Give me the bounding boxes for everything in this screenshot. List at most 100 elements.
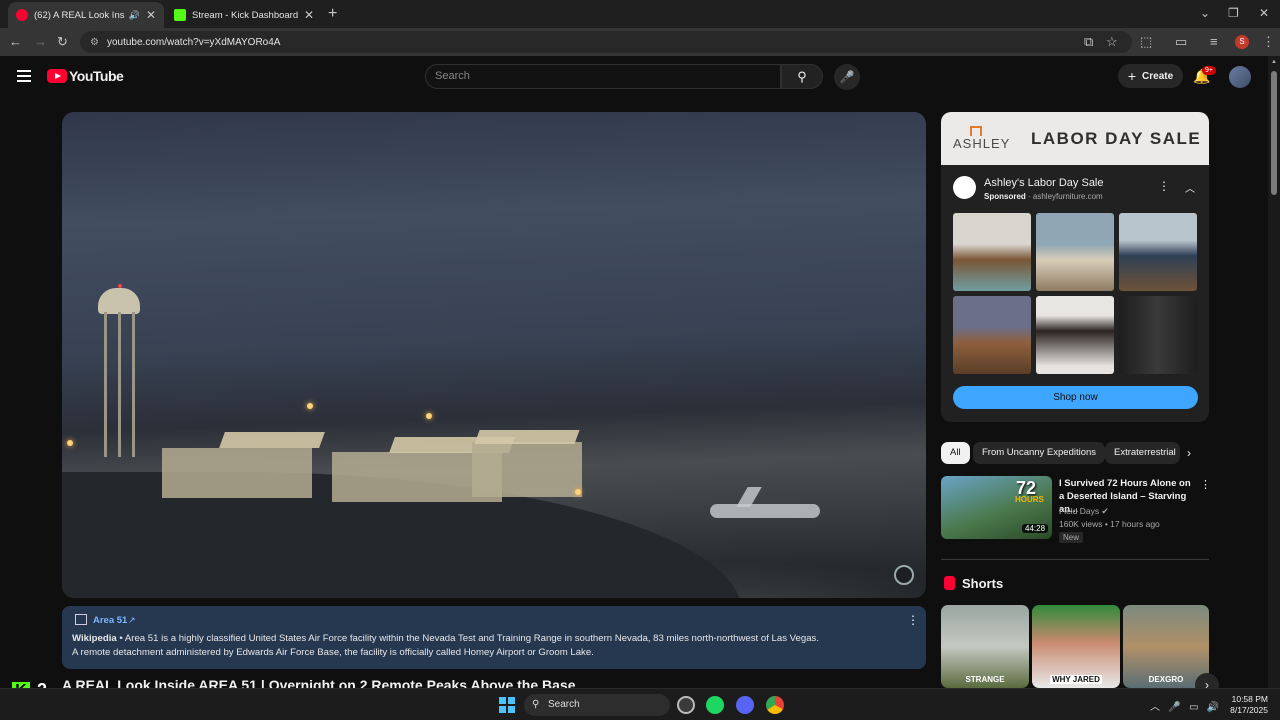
reload-icon[interactable]: ↻: [57, 34, 68, 50]
youtube-header: YouTube Search ⚲ 🎤 + Create 🔔 9+: [0, 56, 1268, 100]
advertiser-icon[interactable]: [953, 176, 976, 199]
create-button[interactable]: + Create: [1118, 64, 1183, 88]
article-icon: [75, 614, 87, 625]
chip-all[interactable]: All: [941, 442, 970, 464]
account-avatar[interactable]: [1229, 66, 1251, 88]
notification-badge: 9+: [1202, 66, 1216, 75]
install-app-icon[interactable]: ⧉: [1084, 34, 1093, 50]
search-button[interactable]: ⚲: [781, 64, 823, 89]
ad-product-image[interactable]: [1036, 213, 1114, 291]
ad-banner[interactable]: ASHLEY LABOR DAY SALE: [941, 112, 1209, 165]
ad-product-image[interactable]: [1119, 296, 1197, 374]
info-topic-link[interactable]: Area 51: [93, 615, 127, 626]
info-more-icon[interactable]: ⋮: [907, 613, 919, 627]
shorts-icon: [944, 576, 955, 590]
ad-product-image[interactable]: [1036, 296, 1114, 374]
short-caption-text: WHY JARED: [1050, 675, 1102, 684]
windows-start-icon[interactable]: [499, 697, 515, 713]
profile-avatar[interactable]: S: [1235, 35, 1249, 49]
ad-sponsored-line: Sponsored · ashleyfurniture.com: [984, 192, 1103, 201]
microphone-icon: 🎤: [839, 70, 855, 84]
external-link-icon[interactable]: ↗: [128, 615, 136, 626]
scrollbar-thumb[interactable]: [1271, 71, 1277, 195]
chevron-up-icon[interactable]: ︿: [1185, 180, 1195, 195]
tower-leg: [118, 312, 121, 457]
recommended-more-icon[interactable]: ⋮: [1200, 478, 1211, 491]
tab-kick-dashboard[interactable]: Stream - Kick Dashboard ✕: [166, 2, 322, 28]
scroll-up-icon[interactable]: ▲: [1271, 59, 1277, 65]
recommended-thumbnail[interactable]: 72 HOURS 44:28: [941, 476, 1052, 539]
site-info-icon[interactable]: ⚙: [90, 37, 99, 48]
ad-title[interactable]: Ashley's Labor Day Sale: [984, 177, 1104, 189]
new-tab-button[interactable]: +: [328, 5, 337, 23]
verified-icon: ✔: [1101, 506, 1109, 516]
voice-search-button[interactable]: 🎤: [834, 64, 860, 90]
close-window-icon[interactable]: ✕: [1259, 6, 1269, 20]
close-tab-icon[interactable]: ✕: [146, 8, 156, 22]
youtube-logo[interactable]: YouTube: [47, 68, 124, 84]
shop-now-button[interactable]: Shop now: [953, 386, 1198, 409]
maximize-icon[interactable]: ❐: [1228, 6, 1239, 20]
tab-youtube[interactable]: (62) A REAL Look Inside AR 🔊 ✕: [8, 2, 164, 28]
ad-product-image[interactable]: [1119, 213, 1197, 291]
taskbar-search[interactable]: Search: [524, 694, 670, 716]
chrome-icon[interactable]: [766, 696, 784, 714]
short-caption: STRANGE: [965, 675, 1005, 684]
search-icon: ⚲: [532, 699, 540, 710]
back-icon[interactable]: ←: [9, 34, 22, 49]
info-panel-text: Wikipedia • Area 51 is a highly classifi…: [72, 632, 912, 660]
ashley-logo-text: ASHLEY: [953, 136, 1011, 151]
thumb-word: HOURS: [1015, 495, 1044, 504]
ad-more-icon[interactable]: ⋮: [1158, 179, 1170, 193]
system-tray[interactable]: ︿ 🎤 ▭ 🔊: [1150, 698, 1219, 713]
audio-icon[interactable]: 🔊: [129, 10, 140, 21]
plus-icon: +: [1127, 68, 1137, 84]
system-clock[interactable]: 10:58 PM 8/17/2025: [1224, 694, 1268, 716]
light: [307, 403, 313, 409]
extensions-icon[interactable]: ⬚: [1140, 34, 1152, 50]
ad-banner-text: LABOR DAY SALE: [1031, 129, 1202, 148]
sponsored-ad[interactable]: ASHLEY LABOR DAY SALE Ashley's Labor Day…: [941, 112, 1209, 422]
chip-uncanny-expeditions[interactable]: From Uncanny Expeditions: [973, 442, 1106, 464]
search-input[interactable]: Search: [425, 64, 781, 89]
discord-icon[interactable]: [736, 696, 754, 714]
info-source[interactable]: Wikipedia: [72, 633, 117, 644]
tower-leg: [132, 312, 135, 457]
app-icon-1[interactable]: [677, 696, 695, 714]
short-thumbnail[interactable]: DEXGRO: [1123, 605, 1209, 688]
browser-toolbar: ← → ↻ ⚙ youtube.com/watch?v=yXdMAYORo4A …: [0, 28, 1280, 56]
create-label: Create: [1142, 70, 1174, 82]
chevron-right-icon[interactable]: ›: [1187, 446, 1191, 460]
side-panel-icon[interactable]: ▭: [1175, 34, 1187, 50]
chrome-menu-icon[interactable]: ⋮: [1262, 34, 1275, 50]
channel-watermark-icon[interactable]: [894, 565, 914, 585]
page-scrollbar[interactable]: ▲: [1268, 56, 1280, 688]
browser-tab-strip: (62) A REAL Look Inside AR 🔊 ✕ Stream - …: [0, 0, 1280, 28]
youtube-favicon-icon: [16, 9, 28, 21]
tab-search-icon[interactable]: ⌄: [1200, 6, 1210, 20]
tab-title: Stream - Kick Dashboard: [192, 9, 298, 21]
short-thumbnail[interactable]: WHY JARED: [1032, 605, 1120, 688]
shorts-heading: Shorts: [962, 576, 1004, 591]
bookmark-star-icon[interactable]: ☆: [1106, 34, 1118, 50]
video-player[interactable]: [62, 112, 926, 598]
ad-product-image[interactable]: [953, 213, 1031, 291]
spotify-icon[interactable]: [706, 696, 724, 714]
light: [426, 413, 432, 419]
chip-extraterrestrial[interactable]: Extraterrestrial: [1105, 442, 1180, 464]
address-bar[interactable]: ⚙ youtube.com/watch?v=yXdMAYORo4A: [80, 31, 1132, 53]
forward-icon[interactable]: →: [34, 34, 47, 49]
tower-beacon: [118, 284, 122, 288]
url-text: youtube.com/watch?v=yXdMAYORo4A: [106, 36, 281, 48]
menu-icon[interactable]: [17, 70, 31, 82]
light: [67, 440, 73, 446]
info-panel: Area 51 ↗ ⋮ Wikipedia • Area 51 is a hig…: [62, 606, 926, 669]
close-tab-icon[interactable]: ✕: [304, 8, 314, 22]
hangar-roof: [219, 432, 325, 448]
media-control-icon[interactable]: ≡: [1210, 34, 1218, 49]
ad-product-image[interactable]: [953, 296, 1031, 374]
ad-domain: ashleyfurniture.com: [1032, 192, 1103, 201]
recommended-channel[interactable]: Field Days ✔: [1059, 506, 1109, 517]
short-thumbnail[interactable]: STRANGE: [941, 605, 1029, 688]
kick-favicon-icon: [174, 9, 186, 21]
